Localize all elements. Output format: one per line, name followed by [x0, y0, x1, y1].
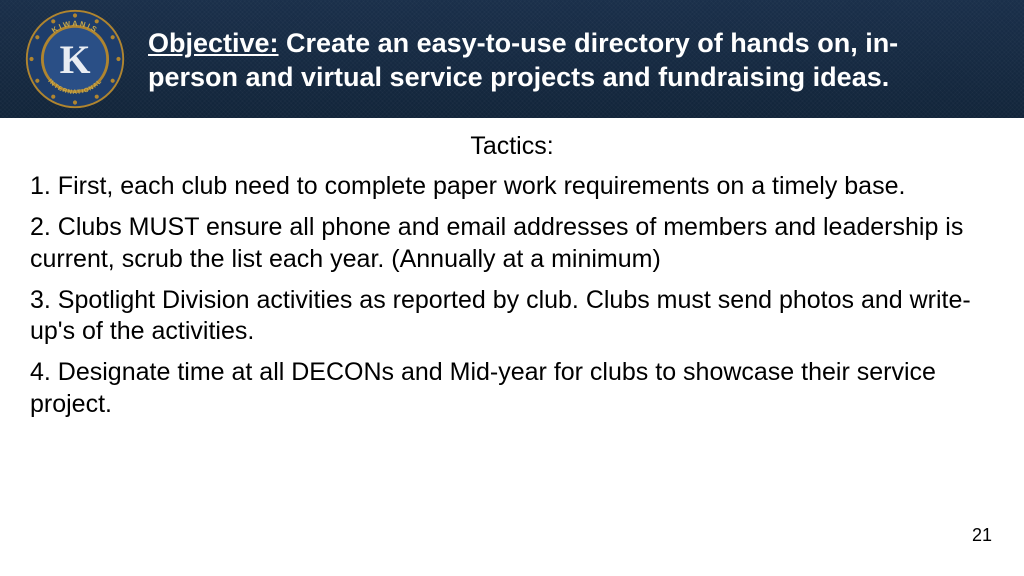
- kiwanis-logo: KIWANIS INTERNATIONAL K: [20, 4, 130, 114]
- kiwanis-seal-icon: KIWANIS INTERNATIONAL K: [23, 7, 127, 111]
- slide-header: KIWANIS INTERNATIONAL K Objective: Creat…: [0, 0, 1024, 118]
- tactic-item: 2. Clubs MUST ensure all phone and email…: [30, 212, 994, 275]
- slide-body: Tactics: 1. First, each club need to com…: [0, 118, 1024, 420]
- page-number: 21: [972, 525, 992, 546]
- objective-label: Objective:: [148, 28, 279, 58]
- tactic-item: 4. Designate time at all DECONs and Mid-…: [30, 357, 994, 420]
- tactics-heading: Tactics:: [30, 132, 994, 161]
- logo-letter-k: K: [60, 38, 91, 82]
- tactic-item: 3. Spotlight Division activities as repo…: [30, 285, 994, 348]
- tactic-item: 1. First, each club need to complete pap…: [30, 171, 994, 202]
- slide-title: Objective: Create an easy-to-use directo…: [148, 23, 978, 95]
